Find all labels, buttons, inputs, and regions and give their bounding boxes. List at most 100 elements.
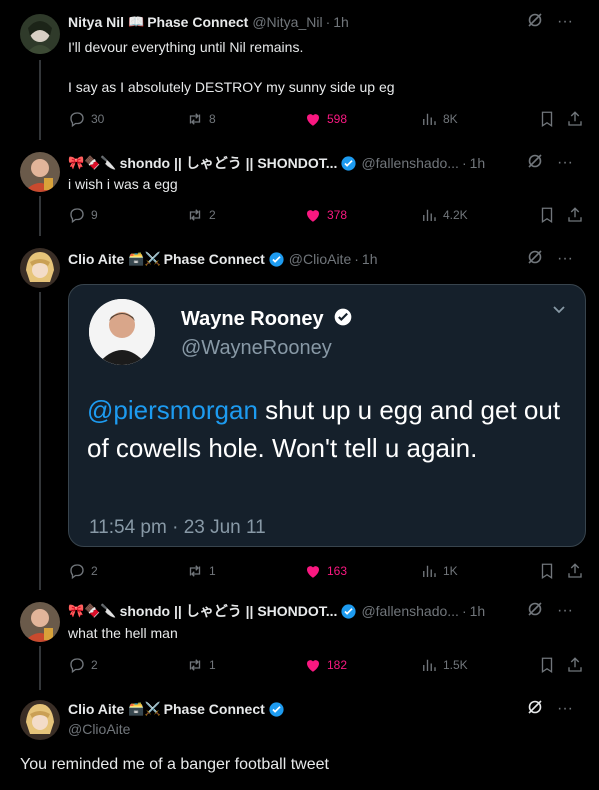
tweet-clio-focused[interactable]: Clio Aite 🗃️⚔️ Phase Connect ··· @ClioAi… — [0, 690, 599, 790]
grok-icon[interactable] — [527, 12, 543, 32]
handle[interactable]: @fallenshado... — [361, 155, 459, 171]
heart-icon — [307, 660, 319, 672]
action-bar: 2 1 163 1K — [68, 561, 588, 581]
thread-line — [39, 60, 41, 140]
reply-count: 30 — [91, 112, 105, 126]
like-button[interactable]: 163 — [304, 562, 347, 580]
embedded-verified-icon — [334, 308, 352, 326]
share-button[interactable] — [566, 562, 584, 580]
bookmark-button[interactable] — [538, 206, 556, 224]
repost-button[interactable]: 1 — [186, 562, 216, 580]
share-button[interactable] — [566, 206, 584, 224]
share-icon — [568, 207, 582, 222]
like-count: 163 — [327, 564, 348, 578]
display-name[interactable]: Clio Aite — [68, 701, 124, 717]
reply-button[interactable]: 2 — [68, 656, 98, 674]
thread-line — [39, 646, 41, 690]
reply-icon — [70, 208, 84, 224]
views-button[interactable]: 4.2K — [420, 206, 468, 224]
tweet-header: 🎀🍫🔪 shondo || しゃどう || SHONDOT... @fallen… — [68, 601, 587, 621]
timestamp[interactable]: 1h — [362, 251, 378, 267]
action-bar: 2 1 182 1.5K — [68, 655, 588, 675]
repost-count: 1 — [209, 564, 216, 578]
like-button[interactable]: 378 — [304, 206, 347, 224]
grok-icon[interactable] — [527, 699, 543, 719]
tweet-nitya[interactable]: Nitya Nil 📖 Phase Connect @Nitya_Nil · 1… — [0, 0, 599, 140]
grok-icon[interactable] — [527, 153, 543, 173]
affiliation-label[interactable]: Phase Connect — [147, 14, 248, 30]
repost-count: 2 — [209, 208, 216, 222]
separator-dot: · — [354, 251, 359, 267]
reply-button[interactable]: 9 — [68, 206, 98, 224]
views-button[interactable]: 8K — [420, 110, 458, 128]
tweet-header: Clio Aite 🗃️⚔️ Phase Connect @ClioAite ·… — [68, 249, 587, 269]
more-icon[interactable]: ··· — [557, 701, 573, 717]
badge-emoji: 📖 — [128, 14, 145, 29]
handle[interactable]: @ClioAite — [289, 251, 351, 267]
affiliation-label[interactable]: Phase Connect — [164, 251, 265, 267]
display-name[interactable]: shondo || しゃどう || SHONDOT... — [120, 153, 338, 173]
action-bar: 30 8 598 8K — [68, 109, 588, 129]
repost-button[interactable]: 1 — [186, 656, 216, 674]
bookmark-button[interactable] — [538, 562, 556, 580]
more-icon[interactable]: ··· — [557, 603, 573, 619]
display-name[interactable]: Clio Aite — [68, 251, 124, 267]
reply-count: 2 — [91, 658, 98, 672]
bookmark-icon — [541, 657, 553, 674]
tweet-shondo-reply[interactable]: 🎀🍫🔪 shondo || しゃどう || SHONDOT... @fallen… — [0, 590, 599, 690]
share-button[interactable] — [566, 110, 584, 128]
badge-emoji: 🗃️⚔️ — [128, 701, 161, 716]
avatar[interactable] — [20, 700, 60, 740]
name-emojis: 🎀🍫🔪 — [68, 155, 117, 170]
timestamp[interactable]: 1h — [470, 603, 486, 619]
views-icon — [423, 565, 436, 577]
timestamp[interactable]: 1h — [470, 155, 486, 171]
embedded-tweet-image[interactable]: Wayne Rooney @WayneRooney @piersmorgan s… — [68, 284, 586, 547]
verified-icon — [341, 155, 357, 171]
like-button[interactable]: 598 — [304, 110, 347, 128]
affiliation-label[interactable]: Phase Connect — [164, 701, 265, 717]
repost-button[interactable]: 2 — [186, 206, 216, 224]
avatar[interactable] — [20, 152, 60, 192]
tweet-shondo[interactable]: 🎀🍫🔪 shondo || しゃどう || SHONDOT... @fallen… — [0, 140, 599, 236]
grok-icon[interactable] — [527, 601, 543, 621]
verified-icon — [341, 603, 357, 619]
more-icon[interactable]: ··· — [557, 155, 573, 171]
like-button[interactable]: 182 — [304, 656, 347, 674]
display-name[interactable]: Nitya Nil — [68, 14, 124, 30]
handle[interactable]: @ClioAite — [68, 721, 130, 737]
repost-button[interactable]: 8 — [186, 110, 216, 128]
tweet-header: Nitya Nil 📖 Phase Connect @Nitya_Nil · 1… — [68, 12, 587, 32]
avatar[interactable] — [20, 14, 60, 54]
avatar[interactable] — [20, 248, 60, 288]
embedded-display-name: Wayne Rooney — [181, 307, 353, 331]
separator-dot: · — [461, 603, 467, 619]
verified-icon — [269, 701, 284, 717]
verified-icon — [269, 251, 284, 267]
grok-icon[interactable] — [527, 249, 543, 269]
bookmark-button[interactable] — [538, 110, 556, 128]
avatar[interactable] — [20, 602, 60, 642]
views-button[interactable]: 1K — [420, 562, 458, 580]
embedded-avatar — [89, 299, 155, 365]
heart-icon — [307, 210, 319, 222]
views-button[interactable]: 1.5K — [420, 656, 468, 674]
handle[interactable]: @Nitya_Nil — [252, 14, 322, 30]
repost-icon — [189, 113, 201, 125]
handle[interactable]: @fallenshado... — [361, 603, 459, 619]
share-button[interactable] — [566, 656, 584, 674]
reply-button[interactable]: 2 — [68, 562, 98, 580]
share-icon — [568, 563, 582, 578]
display-name[interactable]: shondo || しゃどう || SHONDOT... — [120, 601, 338, 621]
bookmark-button[interactable] — [538, 656, 556, 674]
timestamp[interactable]: 1h — [333, 14, 349, 30]
views-icon — [423, 659, 436, 671]
repost-icon — [189, 659, 201, 671]
more-icon[interactable]: ··· — [557, 14, 573, 30]
tweet-text: I'll devour everything until Nil remains… — [68, 37, 579, 97]
like-count: 182 — [327, 658, 348, 672]
bookmark-icon — [541, 563, 553, 580]
more-icon[interactable]: ··· — [557, 251, 573, 267]
reply-button[interactable]: 30 — [68, 110, 104, 128]
view-count: 1K — [443, 564, 458, 578]
